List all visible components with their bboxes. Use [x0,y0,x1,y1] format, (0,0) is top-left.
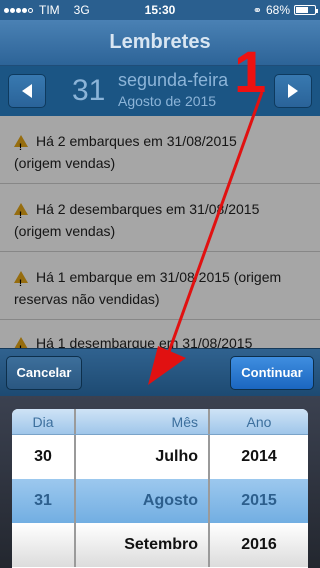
right-arrow-icon [288,84,298,98]
picker-day[interactable]: 30 [12,435,76,479]
nav-bar: Lembretes [0,20,320,66]
page-title: Lembretes [109,31,211,53]
next-day-button[interactable] [274,74,312,108]
carrier-label: TIM [39,3,60,17]
picker-month[interactable]: Julho [76,435,210,479]
annotation-number: 1 [234,40,267,105]
month-column-header: Mês [76,409,210,434]
previous-day-button[interactable] [8,74,46,108]
picker-month[interactable]: Setembro [76,523,210,567]
status-bar: TIM 3G 15:30 ⚭ 68% [0,0,320,20]
battery-percent: 68% [265,3,290,17]
picker-year[interactable]: 2016 [210,523,308,567]
picker-day[interactable] [12,523,76,567]
picker-row[interactable]: Setembro 2016 [12,523,308,567]
picker-row[interactable]: 30 Julho 2014 [12,435,308,479]
picker-year[interactable]: 2014 [210,435,308,479]
lock-rotation-icon: ⚭ [252,4,262,17]
date-bar: 31 segunda-feira Agosto de 2015 [0,66,320,116]
picker-year[interactable]: 2015 [210,479,308,523]
picker-day[interactable]: 31 [12,479,76,523]
cancel-button[interactable]: Cancelar [6,355,82,390]
modal-dim-overlay [0,116,320,348]
battery-icon [294,5,318,15]
day-number: 31 [72,74,106,107]
status-time: 15:30 [144,3,176,17]
network-label: 3G [73,3,90,17]
picker-selected-row[interactable]: 31 Agosto 2015 [12,479,308,523]
day-column-header: Dia [12,409,76,434]
left-arrow-icon [22,84,32,98]
date-picker[interactable]: Dia Mês Ano 30 Julho 2014 31 Agosto 2015… [12,409,308,568]
year-column-header: Ano [246,413,272,430]
picker-toolbar: Cancelar Continuar [0,348,320,396]
picker-month[interactable]: Agosto [76,479,210,523]
continue-button[interactable]: Continuar [230,355,314,390]
picker-header: Dia Mês Ano [12,409,308,435]
signal-icon [4,7,33,13]
